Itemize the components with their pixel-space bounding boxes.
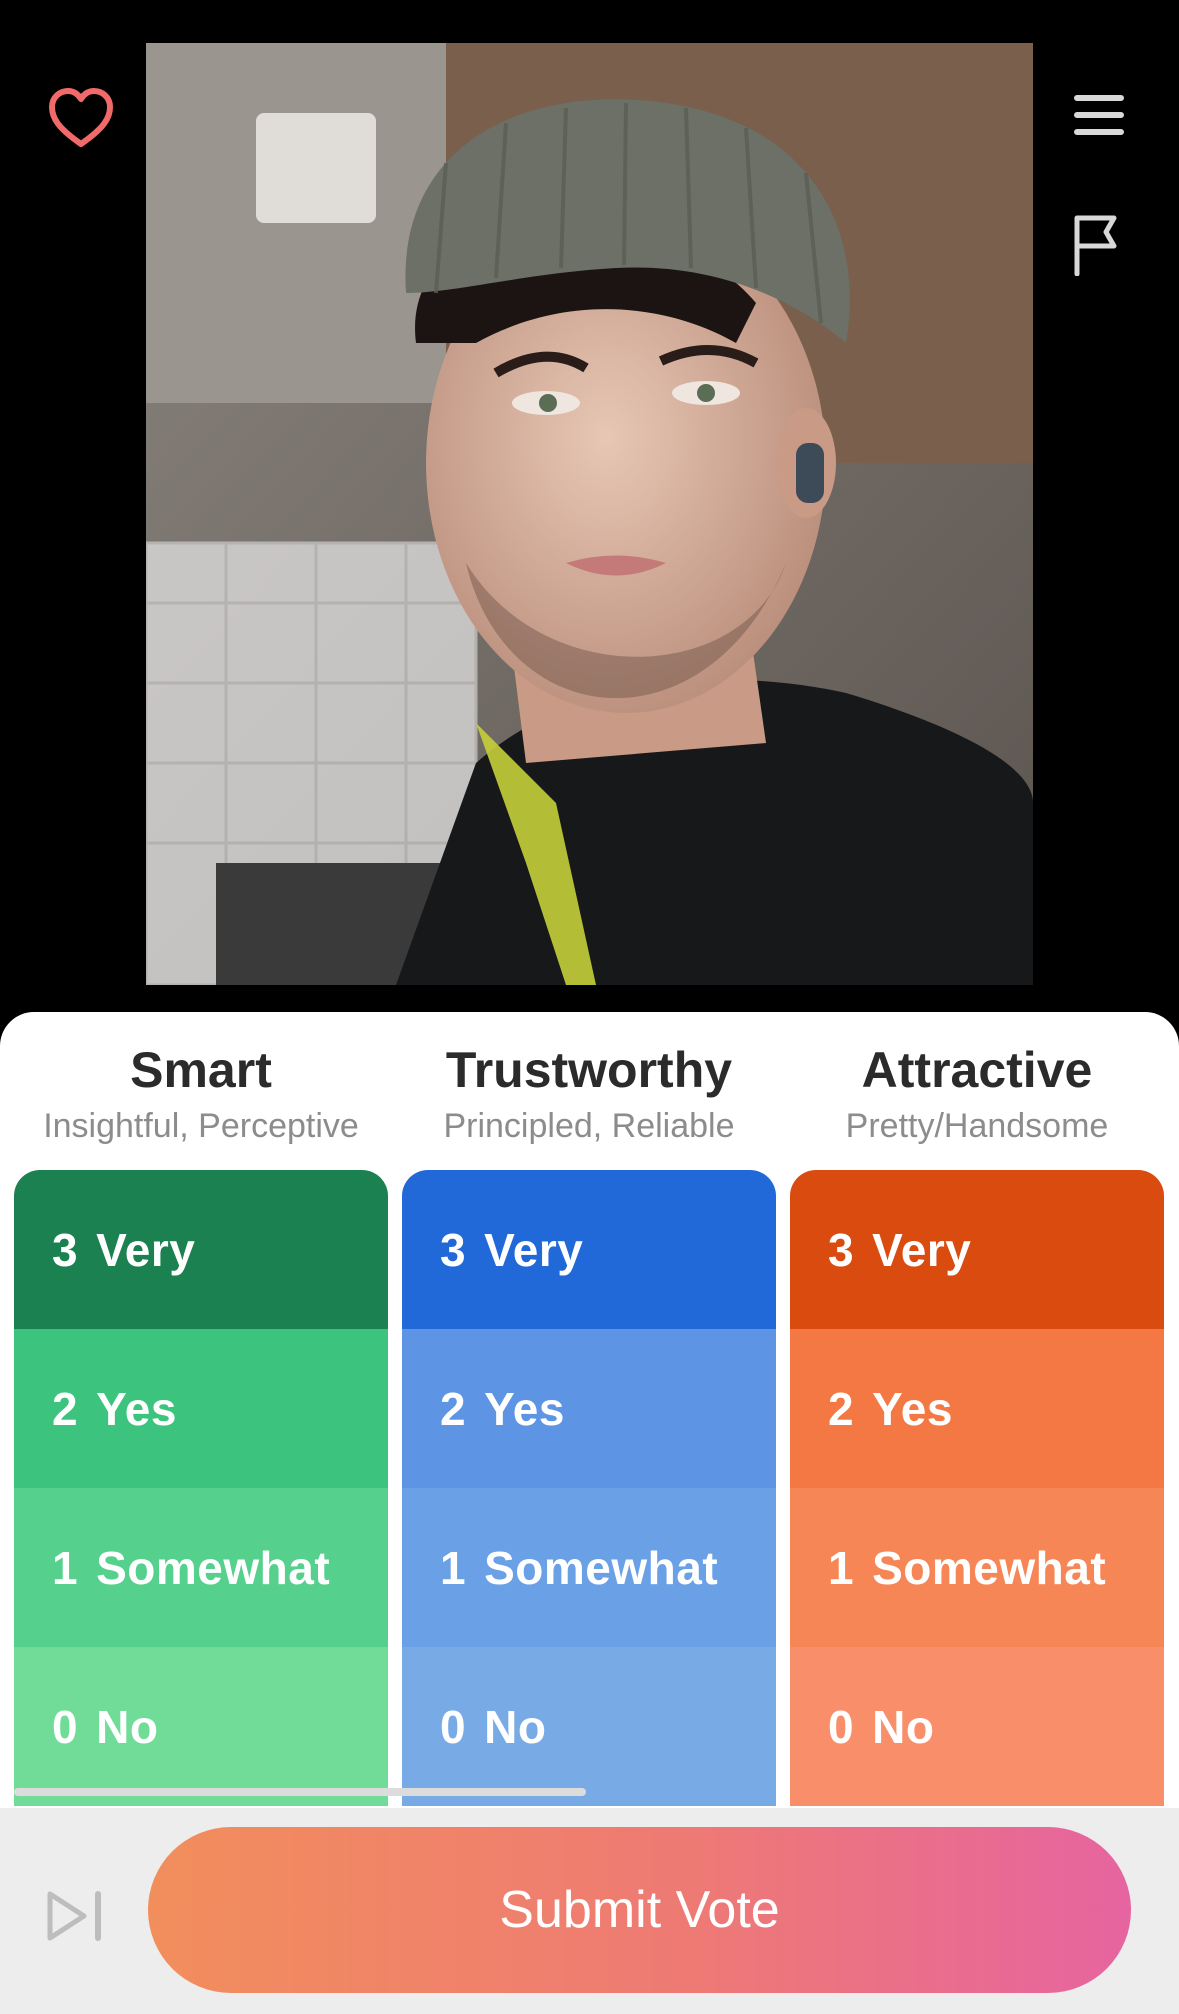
option-label: No xyxy=(872,1700,935,1753)
option-number: 3 xyxy=(440,1223,467,1276)
option-label: No xyxy=(484,1700,547,1753)
smart-title: Smart xyxy=(130,1042,272,1098)
attractive-option-somewhat[interactable]: 1 Somewhat xyxy=(790,1488,1164,1647)
trustworthy-option-somewhat[interactable]: 1 Somewhat xyxy=(402,1488,776,1647)
profile-photo xyxy=(146,43,1033,985)
skip-next-icon[interactable] xyxy=(46,1890,106,1942)
bottom-bar: Submit Vote xyxy=(0,1808,1179,2014)
hamburger-menu-icon[interactable] xyxy=(1072,92,1126,138)
smart-option-no[interactable]: 0 No xyxy=(14,1647,388,1806)
option-number: 2 xyxy=(440,1382,467,1435)
option-number: 0 xyxy=(52,1700,79,1753)
option-number: 1 xyxy=(440,1541,467,1594)
trustworthy-options: 3 Very 2 Yes 1 Somewhat 0 No xyxy=(402,1170,776,1810)
horizontal-scrollbar[interactable] xyxy=(14,1788,586,1796)
attractive-option-yes[interactable]: 2 Yes xyxy=(790,1329,1164,1488)
attractive-option-no[interactable]: 0 No xyxy=(790,1647,1164,1806)
trustworthy-option-yes[interactable]: 2 Yes xyxy=(402,1329,776,1488)
smart-option-yes[interactable]: 2 Yes xyxy=(14,1329,388,1488)
option-label: Very xyxy=(872,1223,972,1276)
option-label: Yes xyxy=(872,1382,953,1435)
option-label: Yes xyxy=(96,1382,177,1435)
smart-header: Smart Insightful, Perceptive xyxy=(6,1040,396,1148)
smart-options: 3 Very 2 Yes 1 Somewhat 0 No xyxy=(14,1170,388,1810)
option-number: 0 xyxy=(440,1700,467,1753)
option-number: 3 xyxy=(828,1223,855,1276)
option-label: No xyxy=(96,1700,159,1753)
trustworthy-header: Trustworthy Principled, Reliable xyxy=(394,1040,784,1148)
option-label: Somewhat xyxy=(484,1541,719,1594)
smart-option-somewhat[interactable]: 1 Somewhat xyxy=(14,1488,388,1647)
trustworthy-option-no[interactable]: 0 No xyxy=(402,1647,776,1806)
attractive-title: Attractive xyxy=(861,1042,1093,1098)
option-label: Somewhat xyxy=(96,1541,331,1594)
submit-vote-button[interactable]: Submit Vote xyxy=(148,1827,1131,1993)
option-number: 2 xyxy=(52,1382,79,1435)
option-label: Very xyxy=(484,1223,584,1276)
attractive-header: Attractive Pretty/Handsome xyxy=(782,1040,1172,1148)
heart-icon[interactable] xyxy=(48,88,114,148)
option-number: 1 xyxy=(828,1541,855,1594)
trustworthy-subtitle: Principled, Reliable xyxy=(443,1107,735,1145)
flag-icon[interactable] xyxy=(1072,214,1122,277)
option-label: Yes xyxy=(484,1382,565,1435)
option-label: Somewhat xyxy=(872,1541,1107,1594)
option-number: 2 xyxy=(828,1382,855,1435)
trustworthy-title: Trustworthy xyxy=(445,1042,733,1098)
attractive-options: 3 Very 2 Yes 1 Somewhat 0 No xyxy=(790,1170,1164,1810)
option-number: 1 xyxy=(52,1541,79,1594)
option-number: 0 xyxy=(828,1700,855,1753)
trustworthy-option-very[interactable]: 3 Very xyxy=(402,1170,776,1329)
smart-subtitle: Insightful, Perceptive xyxy=(43,1107,359,1145)
smart-option-very[interactable]: 3 Very xyxy=(14,1170,388,1329)
attractive-option-very[interactable]: 3 Very xyxy=(790,1170,1164,1329)
option-number: 3 xyxy=(52,1223,79,1276)
option-label: Very xyxy=(96,1223,196,1276)
attractive-subtitle: Pretty/Handsome xyxy=(845,1107,1109,1145)
